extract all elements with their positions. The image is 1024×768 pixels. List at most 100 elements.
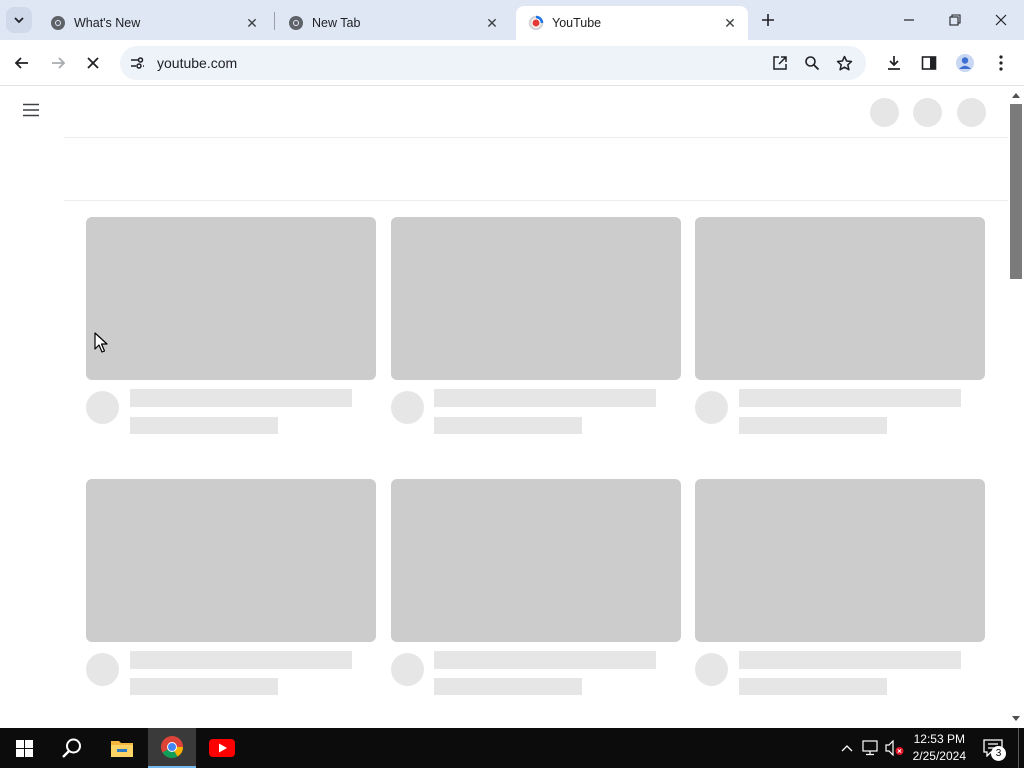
taskbar-chrome[interactable]	[148, 728, 196, 768]
notification-center-button[interactable]: 3	[976, 728, 1010, 768]
chevron-down-icon	[14, 17, 24, 24]
channel-avatar-placeholder	[391, 391, 424, 424]
download-icon	[888, 56, 900, 70]
taskbar-file-explorer[interactable]	[98, 728, 146, 768]
video-title-placeholder	[739, 389, 961, 407]
clock-time: 12:53 PM	[913, 732, 965, 746]
tab-separator	[274, 12, 275, 30]
video-thumbnail-placeholder	[391, 217, 681, 380]
scroll-thumb[interactable]	[1010, 104, 1022, 279]
site-settings-icon[interactable]	[128, 54, 146, 77]
new-tab-button[interactable]	[756, 8, 780, 32]
page-scrollbar[interactable]	[1008, 87, 1024, 728]
chrome-icon	[50, 15, 66, 31]
notification-badge: 3	[991, 746, 1006, 761]
close-window-button[interactable]	[978, 0, 1024, 40]
chrome-icon	[161, 736, 183, 758]
video-title-placeholder	[434, 389, 656, 407]
video-title-placeholder	[130, 651, 352, 669]
video-thumbnail-placeholder	[86, 479, 376, 642]
chips-divider	[64, 200, 1008, 201]
video-meta-placeholder	[130, 417, 278, 434]
video-meta-placeholder	[130, 678, 278, 695]
video-title-placeholder	[130, 389, 352, 407]
side-panel-button[interactable]	[913, 47, 945, 79]
video-thumbnail-placeholder	[86, 217, 376, 380]
tab-whats-new[interactable]: What's New ✕	[38, 6, 270, 40]
chevron-up-icon	[841, 745, 853, 752]
chrome-icon	[288, 15, 304, 31]
video-title-placeholder	[739, 651, 961, 669]
channel-avatar-placeholder	[86, 391, 119, 424]
channel-avatar-placeholder	[86, 653, 119, 686]
video-thumbnail-placeholder	[695, 217, 985, 380]
menu-button[interactable]	[985, 47, 1017, 79]
tab-title: New Tab	[312, 16, 361, 30]
youtube-icon	[209, 739, 235, 757]
channel-avatar-placeholder	[695, 653, 728, 686]
header-placeholder-circle	[913, 98, 942, 127]
speaker-muted-icon	[885, 740, 904, 756]
channel-avatar-placeholder	[695, 391, 728, 424]
network-icon	[862, 740, 878, 756]
close-icon	[995, 14, 1007, 26]
minimize-button[interactable]	[886, 0, 932, 40]
show-hidden-icons-button[interactable]	[838, 728, 856, 768]
video-meta-placeholder	[739, 417, 887, 434]
video-meta-placeholder	[434, 678, 582, 695]
arrow-right-icon	[52, 57, 66, 69]
tab-title: YouTube	[552, 16, 602, 30]
address-bar[interactable]: youtube.com	[120, 46, 866, 80]
zoom-icon	[805, 56, 820, 71]
mouse-pointer-icon	[94, 332, 108, 353]
plus-icon	[762, 14, 774, 26]
taskbar-clock[interactable]: 12:53 PM 2/25/2024	[913, 731, 966, 765]
forward-button[interactable]	[42, 47, 74, 79]
close-icon[interactable]: ✕	[482, 13, 502, 33]
taskbar-youtube[interactable]	[198, 728, 246, 768]
close-icon[interactable]: ✕	[242, 13, 262, 33]
windows-taskbar: 12:53 PM 2/25/2024 3	[0, 728, 1024, 768]
video-thumbnail-placeholder	[695, 479, 985, 642]
youtube-loading-icon	[528, 15, 544, 31]
file-explorer-icon	[111, 741, 133, 757]
show-desktop-button[interactable]	[1018, 728, 1019, 768]
stop-loading-button[interactable]	[77, 47, 109, 79]
channel-avatar-placeholder	[391, 653, 424, 686]
page-viewport	[0, 87, 1008, 728]
downloads-button[interactable]	[878, 47, 910, 79]
clock-date: 2/25/2024	[912, 749, 966, 763]
windows-start-icon	[15, 739, 33, 757]
video-meta-placeholder	[739, 678, 887, 695]
scroll-down-arrow-icon[interactable]	[1012, 716, 1020, 722]
network-status[interactable]	[860, 728, 882, 768]
zoom-button[interactable]	[796, 47, 828, 79]
taskbar-search-button[interactable]	[48, 728, 96, 768]
kebab-menu-icon	[999, 55, 1003, 71]
restore-icon	[949, 14, 961, 26]
minimize-icon	[904, 19, 914, 21]
profile-button[interactable]	[949, 47, 981, 79]
volume-status[interactable]	[884, 728, 906, 768]
start-button[interactable]	[0, 728, 48, 768]
scroll-up-arrow-icon[interactable]	[1012, 92, 1020, 98]
close-icon[interactable]: ✕	[720, 13, 740, 33]
header-divider	[64, 137, 1008, 138]
back-button[interactable]	[6, 47, 38, 79]
hamburger-menu-icon[interactable]	[22, 103, 40, 122]
video-meta-placeholder	[434, 417, 582, 434]
tab-youtube[interactable]: YouTube ✕	[516, 6, 748, 40]
close-icon	[87, 57, 99, 69]
restore-button[interactable]	[932, 0, 978, 40]
bookmark-button[interactable]	[828, 47, 860, 79]
header-placeholder-circle	[870, 98, 899, 127]
star-icon	[836, 55, 852, 70]
open-external-icon	[773, 56, 787, 70]
search-icon	[62, 738, 81, 758]
tab-new-tab[interactable]: New Tab ✕	[276, 6, 510, 40]
open-in-app-button[interactable]	[764, 47, 796, 79]
browser-toolbar: youtube.com	[0, 40, 1024, 86]
tab-title: What's New	[74, 16, 141, 30]
tab-search-button[interactable]	[6, 7, 32, 33]
arrow-left-icon	[14, 57, 28, 69]
